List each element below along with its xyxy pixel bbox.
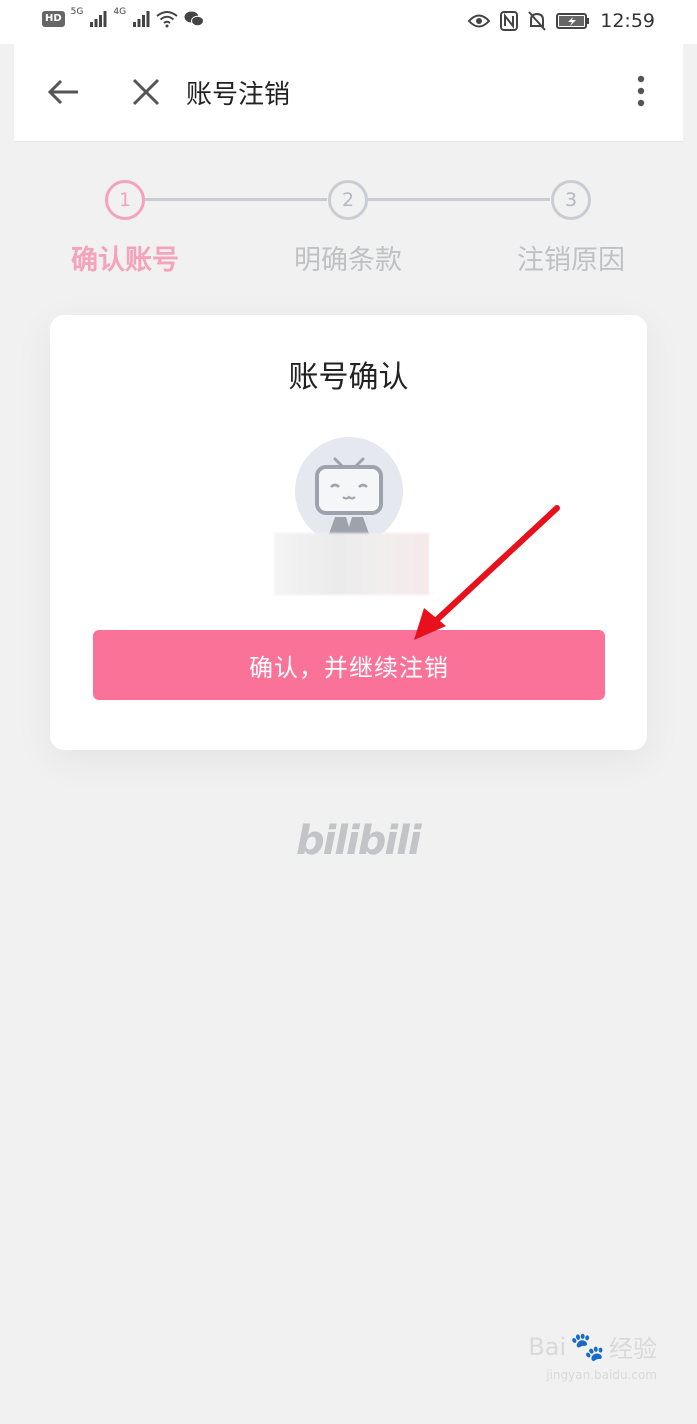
username-redacted bbox=[274, 533, 429, 595]
tv-mascot-icon bbox=[315, 457, 383, 545]
card-title: 账号确认 bbox=[288, 360, 409, 395]
step-1-circle: 1 bbox=[105, 180, 145, 220]
step-3-number: 3 bbox=[564, 189, 578, 211]
status-bar-left: HD 5G 4G bbox=[42, 7, 205, 28]
avatar bbox=[295, 437, 403, 545]
step-connector bbox=[368, 198, 550, 201]
step-2-number: 2 bbox=[341, 189, 355, 211]
clock: 12:59 bbox=[600, 10, 655, 32]
status-bar: HD 5G 4G 12:59 bbox=[0, 0, 697, 44]
step-3-circle: 3 bbox=[551, 180, 591, 220]
signal-2-label: 4G bbox=[113, 7, 127, 17]
wifi-icon bbox=[156, 11, 178, 28]
eye-icon bbox=[468, 14, 491, 28]
nfc-icon bbox=[500, 11, 519, 31]
step-connector bbox=[145, 198, 327, 201]
baidu-watermark: Bai 🐾 经验 bbox=[528, 1329, 657, 1364]
more-options-icon[interactable] bbox=[631, 74, 651, 110]
watermark-suffix: 经验 bbox=[609, 1335, 657, 1363]
step-2-circle: 2 bbox=[328, 180, 368, 220]
step-2-label: 明确条款 bbox=[294, 245, 402, 276]
step-3-label: 注销原因 bbox=[517, 245, 625, 276]
status-bar-right: 12:59 bbox=[468, 10, 655, 32]
signal-icon bbox=[90, 11, 107, 27]
account-confirm-card: 账号确认 确认，并继续注销 bbox=[50, 315, 647, 750]
signal-1-label: 5G bbox=[70, 7, 84, 17]
back-arrow-icon[interactable] bbox=[46, 74, 82, 110]
mute-bell-icon bbox=[528, 11, 546, 31]
progress-stepper: 1 2 3 确认账号 明确条款 注销原因 bbox=[14, 170, 683, 280]
hd-badge-label: HD bbox=[45, 13, 62, 24]
watermark-url: jingyan.baidu.com bbox=[546, 1368, 657, 1382]
confirm-continue-button[interactable]: 确认，并继续注销 bbox=[93, 630, 605, 700]
close-icon[interactable] bbox=[130, 74, 162, 110]
app-bar: 账号注销 bbox=[14, 44, 683, 142]
step-1-number: 1 bbox=[118, 189, 132, 211]
signal-icon bbox=[133, 11, 150, 27]
hd-badge: HD bbox=[42, 11, 65, 27]
bilibili-logo: bilibili bbox=[296, 818, 422, 864]
watermark-text: Bai bbox=[528, 1332, 567, 1361]
wechat-icon bbox=[184, 11, 205, 27]
battery-charging-icon bbox=[556, 13, 590, 29]
paw-icon: 🐾 bbox=[570, 1330, 605, 1363]
step-1-label: 确认账号 bbox=[71, 245, 179, 276]
page-title: 账号注销 bbox=[186, 80, 291, 110]
